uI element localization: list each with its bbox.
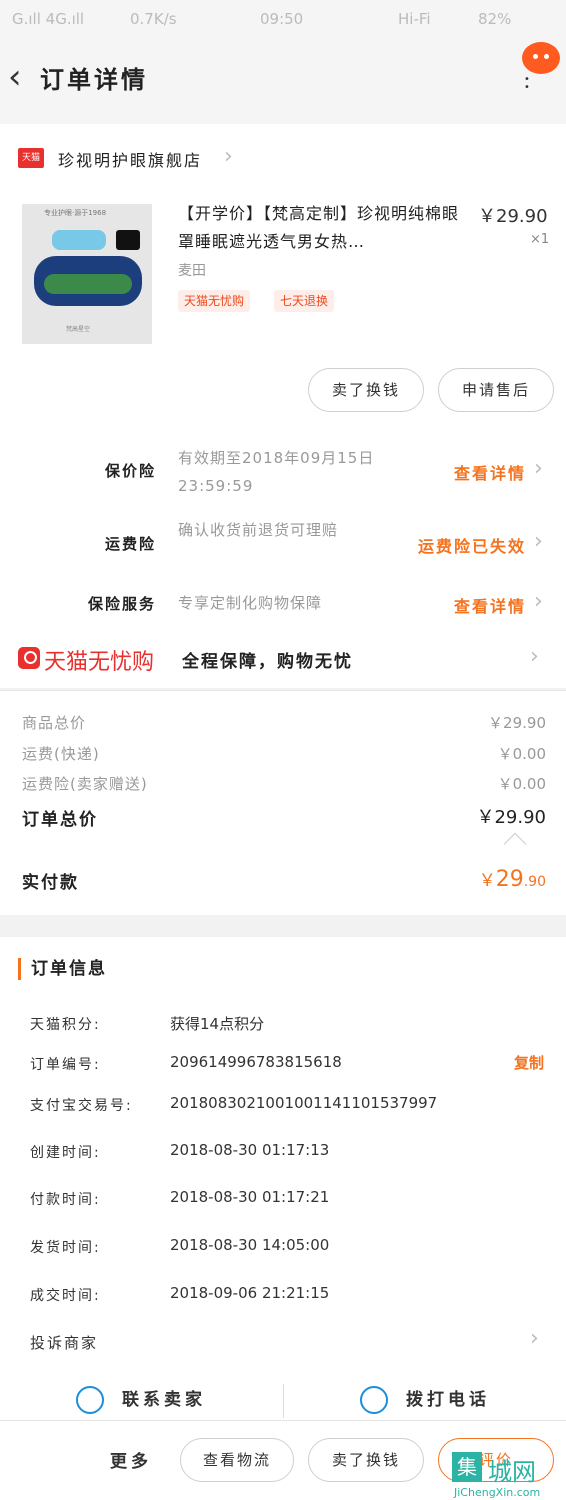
fee-label-insurance: 运费险(卖家赠送) bbox=[22, 775, 148, 793]
product-sku: 麦田 bbox=[178, 263, 206, 279]
info-label-order-id: 订单编号: bbox=[30, 1057, 101, 1073]
contact-bar: 联系卖家 拨打电话 bbox=[0, 1378, 566, 1422]
watermark-url: JiChengXin.com bbox=[454, 1486, 541, 1499]
view-logistics-button[interactable]: 查看物流 bbox=[180, 1438, 294, 1482]
fee-value-goods: ￥29.90 bbox=[488, 714, 546, 732]
network-speed: 0.7K/s bbox=[130, 10, 177, 28]
order-info-title: 订单信息 bbox=[18, 958, 107, 980]
insurance-label-shipping: 运费险 bbox=[104, 535, 156, 553]
watermark: 集 城网 JiChengXin.com bbox=[450, 1448, 566, 1500]
chevron-right-icon: › bbox=[534, 456, 543, 481]
info-value-created: 2018-08-30 01:17:13 bbox=[170, 1141, 330, 1159]
contact-seller-button[interactable]: 联系卖家 bbox=[122, 1378, 206, 1422]
shipping-insurance-status[interactable]: 运费险已失效 bbox=[418, 533, 526, 557]
mascot-icon[interactable] bbox=[522, 42, 560, 74]
status-bar: G.ıll 4G.ıll 0.7K/s 09:50 Hi-Fi 82% bbox=[0, 0, 566, 38]
info-label-points: 天猫积分: bbox=[30, 1017, 101, 1033]
info-value-alipay-id: 2018083021001001141101537997 bbox=[170, 1094, 438, 1112]
tag-wuyou: 天猫无忧购 bbox=[178, 290, 251, 312]
after-sale-button[interactable]: 申请售后 bbox=[438, 368, 554, 412]
product-price: ￥29.90 bbox=[478, 206, 548, 227]
info-label-created: 创建时间: bbox=[30, 1145, 101, 1161]
insurance-label-price: 保价险 bbox=[104, 462, 156, 480]
sell-button[interactable]: 卖了换钱 bbox=[308, 368, 424, 412]
call-button[interactable]: 拨打电话 bbox=[406, 1378, 490, 1422]
sell-button-bottom[interactable]: 卖了换钱 bbox=[308, 1438, 424, 1482]
chevron-right-icon: › bbox=[534, 529, 543, 554]
tmall-badge: 天猫 bbox=[18, 148, 44, 168]
copy-button[interactable]: 复制 bbox=[514, 1052, 544, 1073]
info-value-points: 获得14点积分 bbox=[170, 1015, 265, 1033]
info-label-completed: 成交时间: bbox=[30, 1288, 101, 1304]
status-time: 09:50 bbox=[260, 10, 304, 28]
page-title: 订单详情 bbox=[40, 66, 148, 94]
product-qty: ×1 bbox=[530, 232, 550, 247]
contact-separator bbox=[283, 1384, 284, 1418]
insurance-desc-service: 专享定制化购物保障 bbox=[178, 594, 323, 612]
info-value-completed: 2018-09-06 21:21:15 bbox=[170, 1284, 330, 1302]
info-value-order-id: 209614996783815618 bbox=[170, 1053, 342, 1071]
product-title[interactable]: 【开学价】【梵高定制】珍视明纯棉眼罩睡眠遮光透气男女热… bbox=[178, 200, 468, 256]
chevron-right-icon: › bbox=[534, 589, 543, 614]
order-total-value: ￥29.90 bbox=[476, 807, 546, 828]
wifi-label: Hi-Fi bbox=[398, 10, 431, 28]
gel-pack-shape bbox=[52, 230, 106, 250]
store-name: 珍视明护眼旗舰店 bbox=[58, 151, 203, 170]
chevron-right-icon[interactable]: › bbox=[530, 1326, 539, 1351]
store-link[interactable]: 天猫 珍视明护眼旗舰店 › bbox=[18, 144, 548, 172]
chevron-left-icon[interactable]: ‹ bbox=[8, 60, 34, 96]
more-vertical-icon[interactable]: • • bbox=[524, 75, 530, 93]
order-total-label: 订单总价 bbox=[22, 810, 98, 830]
insurance-desc-price: 有效期至2018年09月15日 23:59:59 bbox=[178, 449, 375, 495]
fee-label-shipping: 运费(快递) bbox=[22, 745, 100, 763]
view-details-button[interactable]: 查看详情 bbox=[454, 460, 526, 484]
phone-icon bbox=[360, 1386, 388, 1414]
info-value-shipped: 2018-08-30 14:05:00 bbox=[170, 1236, 330, 1254]
view-details-button[interactable]: 查看详情 bbox=[454, 593, 526, 617]
tag-seven-day-return: 七天退换 bbox=[274, 290, 335, 312]
paid-label: 实付款 bbox=[22, 873, 79, 893]
complain-seller-link[interactable]: 投诉商家 bbox=[30, 1332, 98, 1353]
info-value-paid: 2018-08-30 01:17:21 bbox=[170, 1188, 330, 1206]
fee-value-insurance: ￥0.00 bbox=[497, 775, 546, 793]
watermark-logo: 集 bbox=[452, 1452, 482, 1482]
insurance-label-service: 保险服务 bbox=[87, 595, 156, 613]
insurance-desc-shipping: 确认收货前退货可理赔 bbox=[178, 521, 339, 539]
chat-icon bbox=[76, 1386, 104, 1414]
product-image[interactable]: 专业护眼·源于1968 梵高星空 bbox=[22, 204, 152, 344]
wuyou-slogan: 全程保障，购物无忧 bbox=[182, 652, 353, 672]
paid-amount: ￥29.90 bbox=[478, 867, 546, 892]
eye-mask-shape bbox=[34, 256, 142, 306]
bag-icon bbox=[18, 647, 40, 669]
chevron-right-icon: › bbox=[224, 144, 233, 169]
more-button[interactable]: 更多 bbox=[110, 1447, 152, 1472]
fee-label-goods: 商品总价 bbox=[22, 714, 87, 732]
info-label-alipay-id: 支付宝交易号: bbox=[30, 1098, 133, 1114]
nav-bar: ‹ 订单详情 • • bbox=[0, 38, 566, 124]
info-label-paid: 付款时间: bbox=[30, 1192, 101, 1208]
info-label-shipped: 发货时间: bbox=[30, 1240, 101, 1256]
battery-level: 82% bbox=[478, 10, 512, 28]
watermark-text: 城网 bbox=[488, 1458, 536, 1486]
box-shape bbox=[116, 230, 140, 250]
signal-indicator: G.ıll 4G.ıll bbox=[12, 10, 85, 28]
chevron-right-icon[interactable]: › bbox=[530, 644, 539, 669]
fee-value-shipping: ￥0.00 bbox=[497, 745, 546, 763]
